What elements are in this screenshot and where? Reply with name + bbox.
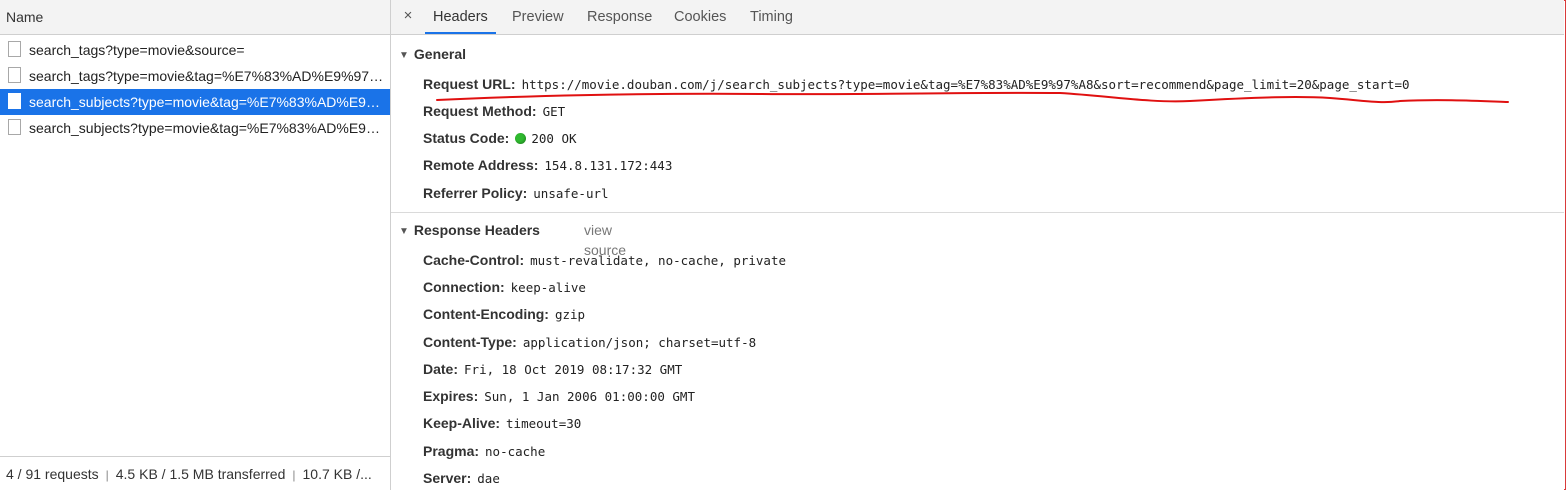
separator: | <box>105 468 109 482</box>
header-key: Request Method: <box>423 103 537 119</box>
header-value: Fri, 18 Oct 2019 08:17:32 GMT <box>464 362 683 377</box>
response-headers-section-header[interactable]: ▼ Response Headers view source <box>399 220 626 258</box>
header-key: Expires: <box>423 388 479 404</box>
header-value: Sun, 1 Jan 2006 01:00:00 GMT <box>484 389 695 404</box>
tab-cookies[interactable]: Cookies <box>674 0 726 34</box>
header-row: Connection: keep-alive <box>423 277 586 297</box>
close-icon[interactable]: × <box>401 7 415 25</box>
header-key: Server: <box>423 470 472 486</box>
tab-timing[interactable]: Timing <box>750 0 793 34</box>
header-value: timeout=30 <box>506 416 582 431</box>
section-divider <box>391 212 1564 213</box>
request-name: search_subjects?type=movie&tag=%E7%83%AD… <box>29 120 385 136</box>
triangle-down-icon: ▼ <box>399 226 409 237</box>
request-name: search_tags?type=movie&tag=%E7%83%AD%E9%… <box>29 68 385 84</box>
header-key: Referrer Policy: <box>423 185 528 201</box>
header-key: Content-Type: <box>423 334 517 350</box>
header-row: Pragma: no-cache <box>423 441 545 461</box>
request-list-panel: Name search_tags?type=movie&source= sear… <box>0 0 391 490</box>
header-row: Expires: Sun, 1 Jan 2006 01:00:00 GMT <box>423 386 695 406</box>
status-summary-bar: 4 / 91 requests | 4.5 KB / 1.5 MB transfer… <box>0 456 390 490</box>
name-column-header[interactable]: Name <box>0 0 390 35</box>
header-value: https://movie.douban.com/j/search_subjec… <box>521 77 1410 92</box>
document-icon <box>8 119 21 135</box>
request-row[interactable]: search_tags?type=movie&tag=%E7%83%AD%E9%… <box>0 63 390 89</box>
header-row: Date: Fri, 18 Oct 2019 08:17:32 GMT <box>423 359 682 379</box>
header-value: 154.8.131.172:443 <box>544 158 673 173</box>
header-key: Keep-Alive: <box>423 415 501 431</box>
header-value: application/json; charset=utf-8 <box>522 335 757 350</box>
tab-preview[interactable]: Preview <box>512 0 564 34</box>
section-title: General <box>413 46 467 62</box>
section-title: Response Headers <box>413 222 540 238</box>
header-key: Content-Encoding: <box>423 306 549 322</box>
document-icon <box>8 41 21 57</box>
document-icon <box>8 67 21 83</box>
request-count: 4 / 91 requests <box>6 466 99 482</box>
request-row[interactable]: search_tags?type=movie&source= <box>0 37 390 63</box>
header-row: Content-Type: application/json; charset=u… <box>423 332 756 352</box>
header-value: must-revalidate, no-cache, private <box>530 253 786 268</box>
header-row: Keep-Alive: timeout=30 <box>423 413 581 433</box>
header-key: Date: <box>423 361 459 377</box>
tab-response[interactable]: Response <box>587 0 652 34</box>
header-row: Server: dae <box>423 468 500 488</box>
request-list: search_tags?type=movie&source= search_ta… <box>0 37 390 141</box>
status-ok-icon <box>515 133 527 144</box>
header-row: Status Code: 200 OK <box>423 128 577 148</box>
header-key: Pragma: <box>423 443 480 459</box>
header-value: keep-alive <box>510 280 586 295</box>
header-key: Request URL: <box>423 76 516 92</box>
header-value: dae <box>477 471 500 486</box>
header-key: Connection: <box>423 279 505 295</box>
header-row: Request URL: https://movie.douban.com/j/s… <box>423 74 1410 94</box>
header-value: no-cache <box>485 444 546 459</box>
transferred-size: 4.5 KB / 1.5 MB transferred <box>115 466 286 482</box>
request-name: search_tags?type=movie&source= <box>29 42 245 58</box>
header-value: GET <box>542 104 566 119</box>
header-row: Referrer Policy: unsafe-url <box>423 183 609 203</box>
request-details-panel: × Headers Preview Response Cookies Timin… <box>391 0 1564 490</box>
request-row[interactable]: search_subjects?type=movie&tag=%E7%83%AD… <box>0 115 390 141</box>
header-row: Cache-Control: must-revalidate, no-cache,… <box>423 250 786 270</box>
triangle-down-icon: ▼ <box>399 50 409 61</box>
header-key: Status Code: <box>423 130 510 146</box>
request-row-selected[interactable]: search_subjects?type=movie&tag=%E7%83%AD… <box>0 89 390 115</box>
resources-size: 10.7 KB /... <box>302 466 372 482</box>
detail-tab-bar: × Headers Preview Response Cookies Timin… <box>391 0 1564 35</box>
header-value: unsafe-url <box>533 186 609 201</box>
header-row: Request Method: GET <box>423 101 565 121</box>
request-name: search_subjects?type=movie&tag=%E7%83%AD… <box>29 94 385 110</box>
header-value: gzip <box>554 307 586 322</box>
header-key: Cache-Control: <box>423 252 525 268</box>
header-key: Remote Address: <box>423 157 539 173</box>
tab-headers[interactable]: Headers <box>425 0 496 34</box>
separator: | <box>292 468 296 482</box>
document-icon <box>8 93 21 109</box>
header-row: Content-Encoding: gzip <box>423 304 585 324</box>
header-value: 200 OK <box>531 131 577 146</box>
general-section-header[interactable]: ▼ General <box>399 44 466 64</box>
header-row: Remote Address: 154.8.131.172:443 <box>423 155 672 175</box>
